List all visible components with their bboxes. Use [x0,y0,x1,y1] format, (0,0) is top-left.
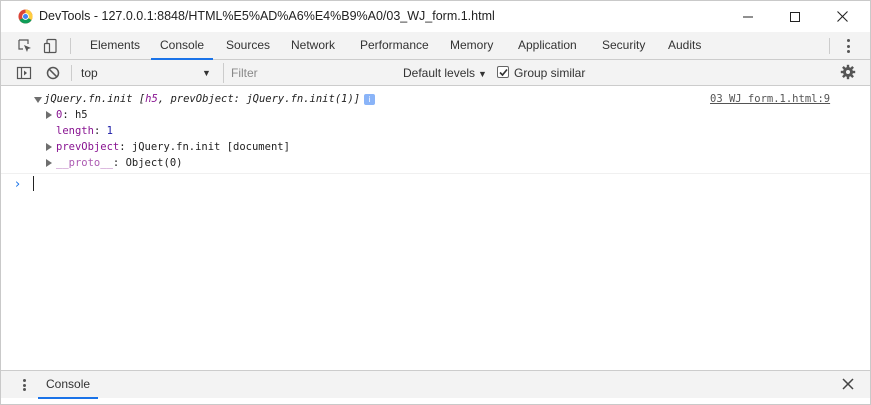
tab-security[interactable]: Security [602,32,645,60]
property-value: Object(0) [125,157,183,169]
show-sidebar-icon[interactable] [16,65,32,81]
object-summary-prefix: jQuery.fn.init [ [44,93,146,105]
property-key: __proto__ [56,157,113,169]
info-icon[interactable]: i [364,93,376,105]
tab-application[interactable]: Application [518,32,577,60]
property-row: length: 1 [56,125,113,137]
minimize-button[interactable] [725,1,771,32]
property-separator: : [93,125,107,137]
group-similar-checkbox[interactable] [497,66,509,78]
group-similar-label: Group similar [514,66,586,80]
expand-triangle-icon[interactable] [46,143,52,151]
close-icon [836,11,848,22]
object-summary-rest: , prevObject: jQuery.fn.init(1)] [157,93,361,105]
tab-sources[interactable]: Sources [226,32,270,60]
source-link[interactable]: 03 WJ form.1.html:9 [710,93,830,105]
tab-elements[interactable]: Elements [90,32,140,60]
gear-icon[interactable] [840,64,856,80]
customize-menu-icon[interactable] [841,37,855,55]
expand-triangle-icon[interactable] [46,159,52,167]
tab-console[interactable]: Console [151,32,214,60]
maximize-button[interactable] [772,1,818,32]
log-levels-label: Default levels [403,66,476,80]
property-separator: : [112,157,126,169]
log-levels-dropdown[interactable]: Default levels ▼ [403,64,487,82]
tab-memory[interactable]: Memory [450,32,493,60]
minimize-icon [743,16,753,17]
drawer-tab-console[interactable]: Console [38,371,99,399]
property-separator: : [119,141,132,153]
property-value: h5 [74,109,88,121]
property-key: prevObject [56,141,120,153]
drawer-bar: Console [1,370,870,399]
collapse-triangle-icon[interactable] [34,97,42,103]
close-button[interactable] [819,1,865,32]
console-output: jQuery.fn.init [h5, prevObject: jQuery.f… [1,87,870,368]
device-toolbar-icon[interactable] [43,38,59,54]
window-title: DevTools - 127.0.0.1:8848/HTML%E5%AD%A6%… [39,9,495,23]
object-summary-first: h5 [145,93,158,105]
toolbar-divider [70,38,71,54]
drawer-menu-icon[interactable] [21,377,27,393]
panel-tab-bar: Elements Console Sources Network Perform… [1,32,870,60]
checkmark-icon [498,68,508,76]
property-value: 1 [106,125,113,137]
context-dropdown-icon: ▼ [202,68,211,78]
inspect-element-icon[interactable] [17,38,33,54]
context-selector[interactable]: top [81,64,214,82]
filter-input[interactable] [223,63,391,83]
prompt-chevron-icon: › [15,177,21,192]
tab-network[interactable]: Network [291,32,335,60]
property-value: jQuery.fn.init [document] [131,141,290,153]
property-key: length [56,125,94,137]
console-toolbar: top ▼ Default levels▼ Group similar [1,60,870,86]
tab-audits[interactable]: Audits [668,32,701,60]
devtools-window: DevTools - 127.0.0.1:8848/HTML%E5%AD%A6%… [0,0,871,405]
clear-console-icon[interactable] [45,65,61,81]
toolbar-divider [71,65,72,81]
expand-triangle-icon[interactable] [46,111,52,119]
toolbar-divider [829,38,830,54]
property-row[interactable]: 0: h5 [56,109,88,121]
levels-dropdown-icon: ▼ [478,69,487,79]
tab-performance[interactable]: Performance [360,32,429,60]
console-input-caret[interactable] [33,176,34,191]
console-message: jQuery.fn.init [h5, prevObject: jQuery.f… [1,87,870,174]
property-row[interactable]: prevObject: jQuery.fn.init [document] [56,141,290,153]
close-drawer-icon[interactable] [841,377,855,391]
property-separator: : [62,109,75,121]
title-bar: DevTools - 127.0.0.1:8848/HTML%E5%AD%A6%… [1,1,870,32]
object-summary[interactable]: jQuery.fn.init [h5, prevObject: jQuery.f… [44,93,376,105]
property-row[interactable]: __proto__: Object(0) [56,157,182,169]
chrome-logo-icon [18,9,33,24]
maximize-icon [790,11,800,22]
